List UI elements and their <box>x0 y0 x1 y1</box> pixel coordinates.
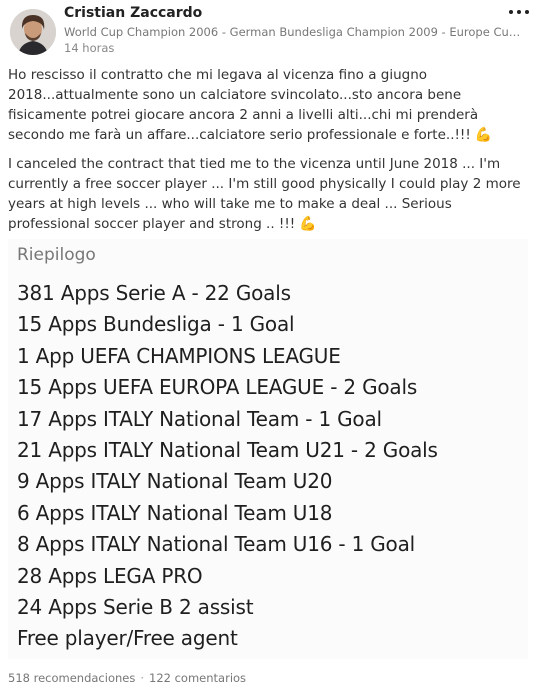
more-dots-icon <box>509 10 513 14</box>
comments-count[interactable]: 122 comentarios <box>149 671 246 685</box>
summary-line: 381 Apps Serie A - 22 Goals <box>17 281 291 305</box>
footer-separator: · <box>140 671 144 685</box>
more-options-button[interactable] <box>504 2 534 20</box>
recommendations-count[interactable]: 518 recomendaciones <box>8 671 135 685</box>
post-header: Cristian Zaccardo World Cup Champion 200… <box>0 0 539 62</box>
summary-line: 15 Apps UEFA EUROPA LEAGUE - 2 Goals <box>17 375 418 400</box>
post-timestamp: 14 horas <box>64 41 115 55</box>
avatar-photo <box>10 9 56 55</box>
summary-line: 1 App UEFA CHAMPIONS LEAGUE <box>17 343 341 368</box>
summary-line: Free player/Free agent <box>17 626 238 651</box>
author-name[interactable]: Cristian Zaccardo <box>64 5 202 21</box>
summary-line: 15 Apps Bundesliga - 1 Goal <box>17 312 295 337</box>
summary-line: 28 Apps LEGA PRO <box>17 563 203 588</box>
summary-line: 17 Apps ITALY National Team - 1 Goal <box>17 406 382 431</box>
author-headline: World Cup Champion 2006 - German Bundesl… <box>64 25 526 39</box>
flexed-biceps-emoji: 💪 <box>474 127 493 143</box>
author-avatar[interactable] <box>10 9 56 55</box>
summary-line: 9 Apps ITALY National Team U20 <box>17 469 333 494</box>
summary-line: 24 Apps Serie B 2 assist <box>17 594 254 619</box>
flexed-biceps-emoji: 💪 <box>299 216 317 232</box>
summary-line: 8 Apps ITALY National Team U16 - 1 Goal <box>17 532 416 557</box>
summary-list: 381 Apps Serie A - 22 Goals 15 Apps Bund… <box>17 278 438 655</box>
summary-line: 6 Apps ITALY National Team U18 <box>17 500 333 525</box>
post-text-italian-body: Ho rescisso il contratto che mi legava a… <box>8 67 479 143</box>
more-dots-icon <box>517 10 521 14</box>
post-text-english: I canceled the contract that tied me to … <box>8 154 533 234</box>
post-footer: 518 recomendaciones · 122 comentarios <box>8 671 246 685</box>
summary-card[interactable]: Riepilogo 381 Apps Serie A - 22 Goals 15… <box>8 239 528 659</box>
post-text-english-body: I canceled the contract that tied me to … <box>8 156 521 232</box>
summary-line: 21 Apps ITALY National Team U21 - 2 Goal… <box>17 437 438 462</box>
summary-title: Riepilogo <box>17 245 96 265</box>
post-text-italian: Ho rescisso il contratto che mi legava a… <box>8 65 533 145</box>
more-dots-icon <box>525 10 529 14</box>
